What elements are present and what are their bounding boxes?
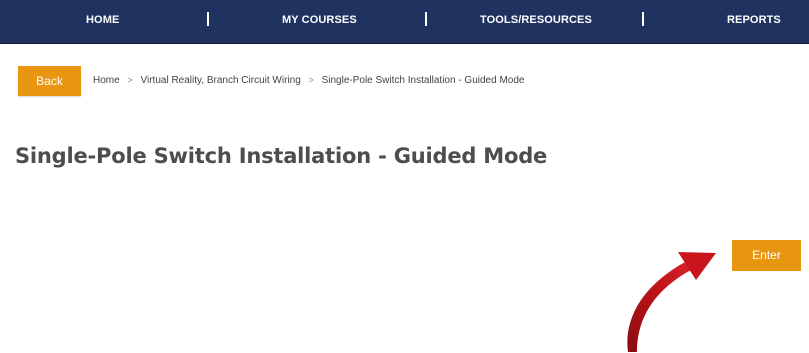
top-navigation-bar: HOME MY COURSES TOOLS/RESOURCES REPORTS — [0, 0, 809, 44]
nav-item-tools-resources[interactable]: TOOLS/RESOURCES — [480, 0, 592, 44]
curved-arrow-icon — [627, 252, 716, 352]
breadcrumb-separator: > — [308, 75, 314, 85]
breadcrumb: Home > Virtual Reality, Branch Circuit W… — [93, 75, 524, 86]
nav-item-reports[interactable]: REPORTS — [727, 0, 781, 44]
page-title: Single-Pole Switch Installation - Guided… — [15, 144, 548, 168]
nav-item-home[interactable]: HOME — [86, 0, 119, 44]
enter-button[interactable]: Enter — [732, 240, 801, 271]
breadcrumb-separator: > — [127, 75, 133, 85]
curved-arrow-shaft — [627, 261, 691, 352]
nav-separator — [642, 12, 644, 26]
nav-separator — [207, 12, 209, 26]
breadcrumb-item-current: Single-Pole Switch Installation - Guided… — [321, 75, 525, 86]
nav-item-my-courses[interactable]: MY COURSES — [282, 0, 357, 44]
back-button[interactable]: Back — [18, 66, 81, 96]
breadcrumb-item-course[interactable]: Virtual Reality, Branch Circuit Wiring — [141, 75, 301, 86]
breadcrumb-item-home[interactable]: Home — [93, 75, 120, 86]
nav-separator — [425, 12, 427, 26]
